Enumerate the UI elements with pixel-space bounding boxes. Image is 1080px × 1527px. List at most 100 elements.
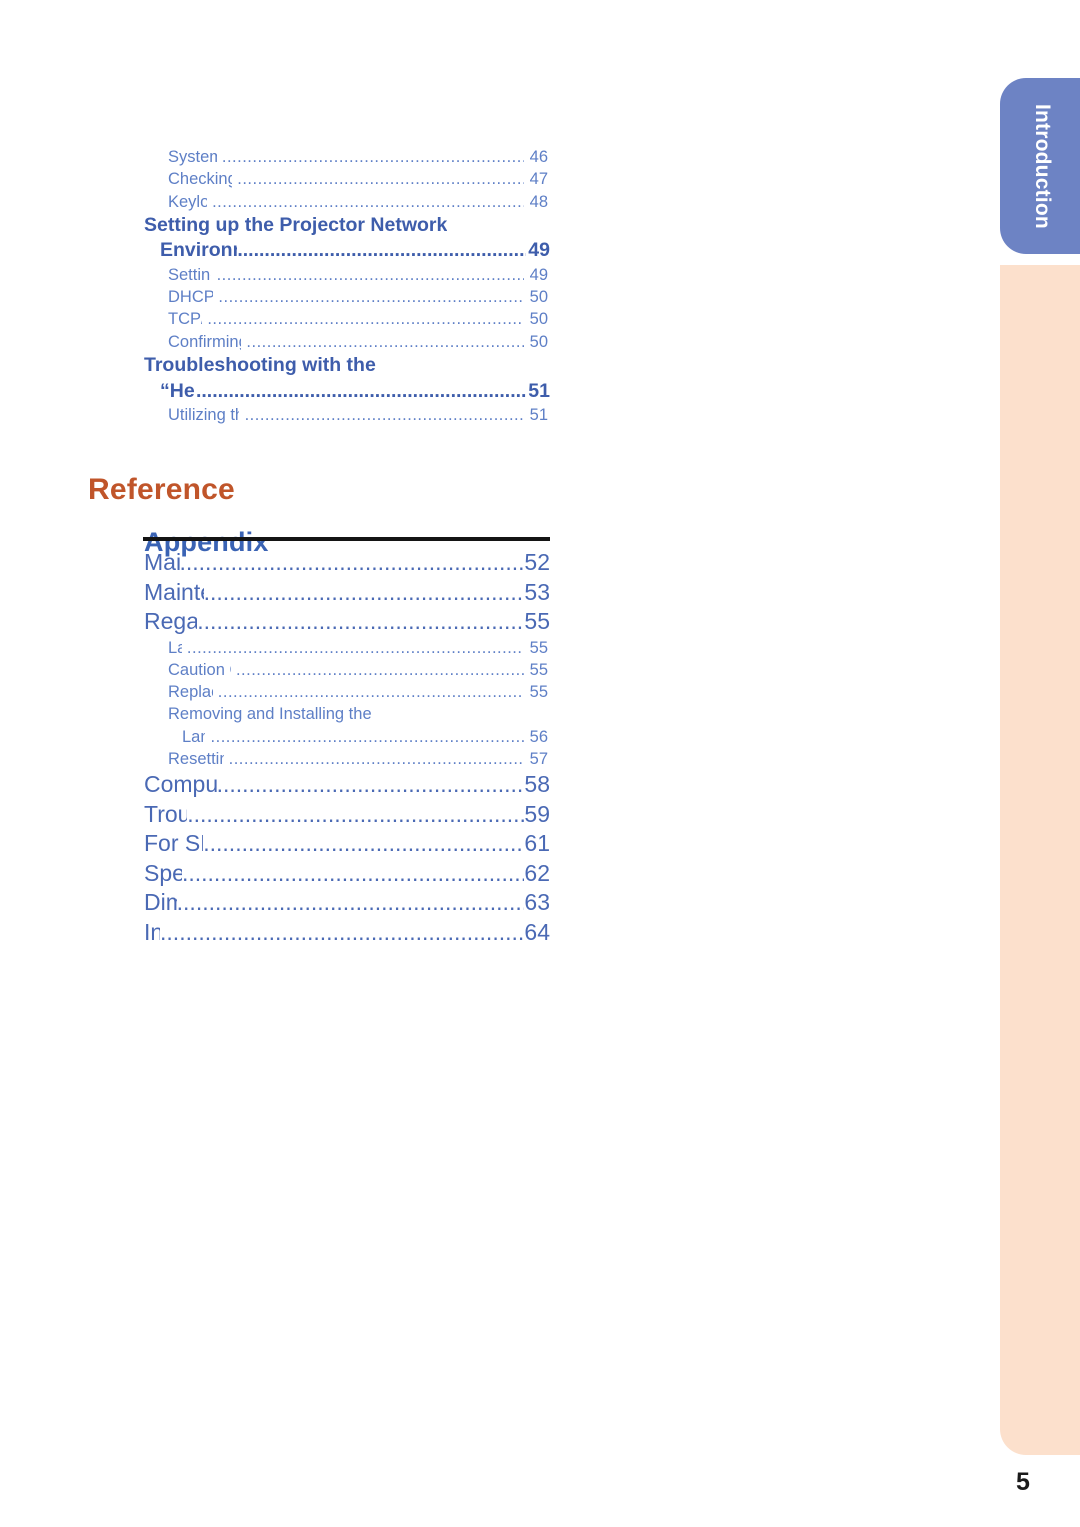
toc-entry[interactable]: Lamp ...................................… xyxy=(0,637,548,659)
toc-entry-title: Lamp xyxy=(168,638,182,657)
toc-entry-title: Utilizing the “Help” Menu Functions xyxy=(168,406,239,425)
toc-leader-dots: ........................................… xyxy=(160,918,524,945)
toc-leader-dots: ........................................… xyxy=(179,549,525,575)
toc-page-number: 62 xyxy=(524,859,550,886)
toc-leader-dots: ........................................… xyxy=(210,727,524,746)
toc-page-number: 52 xyxy=(524,549,550,575)
toc-entry-title: Replacing the Lamp xyxy=(168,683,213,702)
toc-entry-title: Resetting the Lamp Timer xyxy=(168,749,224,768)
toc-entry-title: Environment (“Network” Menu) xyxy=(160,239,237,262)
side-color-band xyxy=(1000,265,1080,1455)
toc-entry[interactable]: Specifications..........................… xyxy=(0,859,550,889)
toc-entry-title: Removing and Installing the xyxy=(168,705,372,724)
toc-page-number: 46 xyxy=(525,148,548,166)
toc-entry-title: Dimensions xyxy=(144,889,177,916)
toc-page-number: 58 xyxy=(524,771,550,798)
toc-entry-title: Checking the Lamp Life Status xyxy=(168,170,233,189)
toc-page-number: 57 xyxy=(525,749,548,768)
toc-entry-title: Maintenance xyxy=(144,549,180,575)
toc-entry[interactable]: TCP/IP Setting .........................… xyxy=(0,308,548,330)
toc-entry[interactable]: Maintenance Indicators..................… xyxy=(0,578,550,608)
toc-entry[interactable]: Computer Compatibility Chart............… xyxy=(0,770,550,800)
toc-entry-title: Specifications xyxy=(144,859,182,886)
toc-leader-dots: ........................................… xyxy=(244,406,524,425)
toc-group-appendix: Maintenance.............................… xyxy=(0,548,550,947)
page-number: 5 xyxy=(1016,1468,1030,1496)
toc-entry[interactable]: Keylock Function .......................… xyxy=(0,191,548,213)
toc-page-number: 59 xyxy=(524,800,550,827)
toc-page-number: 53 xyxy=(524,578,550,605)
toc-page-number: 50 xyxy=(525,310,548,329)
toc-entry[interactable]: For SHARP Assistance....................… xyxy=(0,829,550,859)
toc-entry[interactable]: Caution Concerning the Lamp ............… xyxy=(0,659,548,681)
toc-leader-dots: ........................................… xyxy=(237,170,524,189)
toc-leader-dots: ........................................… xyxy=(235,660,524,679)
toc-entry[interactable]: Lamp Unit ..............................… xyxy=(0,726,548,748)
toc-page-number: 55 xyxy=(525,683,548,702)
toc-page-number: 51 xyxy=(525,406,548,425)
toc-page-number: 50 xyxy=(525,332,548,351)
toc-entry[interactable]: Troubleshooting.........................… xyxy=(0,800,550,830)
toc-entry-title: Setting up the Projector Network xyxy=(144,213,448,236)
toc-page-number: 64 xyxy=(524,918,550,945)
toc-leader-dots: ........................................… xyxy=(186,638,524,657)
toc-page-number: 47 xyxy=(525,170,548,189)
toc-leader-dots: ........................................… xyxy=(187,800,524,827)
toc-leader-dots: ........................................… xyxy=(221,148,524,166)
toc-entry-title: Setting a Password xyxy=(168,265,211,284)
tab-introduction[interactable]: Introduction xyxy=(1000,78,1080,254)
toc-leader-dots: ........................................… xyxy=(217,683,524,702)
toc-entry[interactable]: Checking the Lamp Life Status ..........… xyxy=(0,168,548,190)
toc-page-number: 63 xyxy=(524,889,550,916)
toc-entry[interactable]: Maintenance.............................… xyxy=(0,548,550,578)
toc-entry-title: Computer Compatibility Chart xyxy=(144,771,217,798)
toc-page-number: 49 xyxy=(528,239,550,262)
toc-entry[interactable]: Resetting the Lamp Timer ...............… xyxy=(0,748,548,770)
toc-leader-dots: ........................................… xyxy=(216,265,524,284)
toc-page-number: 61 xyxy=(524,830,550,857)
toc-entry[interactable]: “Help” Menu.............................… xyxy=(0,379,550,405)
toc-page-number: 50 xyxy=(525,288,548,307)
toc-page-number: 51 xyxy=(528,379,550,402)
toc-entry[interactable]: DHCP Client Setting ....................… xyxy=(0,286,548,308)
toc-leader-dots: ........................................… xyxy=(176,889,524,916)
toc-leader-dots: ........................................… xyxy=(246,332,524,351)
toc-leader-dots: ........................................… xyxy=(203,830,524,857)
toc-entry-title: System Lock Function xyxy=(168,148,217,166)
toc-leader-dots: ........................................… xyxy=(197,608,524,634)
toc-group-operation: System Lock Function ...................… xyxy=(0,146,550,426)
toc-entry-title: Troubleshooting xyxy=(144,800,188,827)
toc-entry-title: TCP/IP Setting xyxy=(168,310,202,329)
toc-leader-dots: ........................................… xyxy=(228,749,524,768)
toc-page-number: 55 xyxy=(525,638,548,657)
toc-page-number: 56 xyxy=(525,727,548,746)
toc-entry-title: Regarding the Lamp xyxy=(144,608,198,634)
tab-introduction-label: Introduction xyxy=(1031,103,1054,229)
toc-entry[interactable]: Confirming the Projector Information ...… xyxy=(0,331,548,353)
toc-entry[interactable]: Replacing the Lamp .....................… xyxy=(0,681,548,703)
toc-page-number: 48 xyxy=(525,192,548,211)
appendix-divider xyxy=(143,537,550,541)
toc-leader-dots: ........................................… xyxy=(216,771,524,798)
toc-entry[interactable]: Utilizing the “Help” Menu Functions ....… xyxy=(0,404,548,426)
toc-entry[interactable]: Troubleshooting with the xyxy=(0,353,550,379)
toc-entry-title: Confirming the Projector Information xyxy=(168,332,242,351)
toc-entry[interactable]: Setting up the Projector Network xyxy=(0,213,550,239)
toc-entry[interactable]: Regarding the Lamp......................… xyxy=(0,607,550,637)
toc-leader-dots: ........................................… xyxy=(207,310,524,329)
toc-entry[interactable]: Environment (“Network” Menu)............… xyxy=(0,238,550,264)
toc-leader-dots: ........................................… xyxy=(237,239,526,262)
toc-entry[interactable]: Index...................................… xyxy=(0,918,550,948)
toc-entry[interactable]: Dimensions..............................… xyxy=(0,888,550,918)
toc-entry-title: Troubleshooting with the xyxy=(144,354,376,377)
toc-leader-dots: ........................................… xyxy=(218,288,524,307)
toc-leader-dots: ........................................… xyxy=(195,379,526,402)
toc-entry[interactable]: Setting a Password .....................… xyxy=(0,264,548,286)
toc-entry-title: Index xyxy=(144,918,161,945)
toc-page-number: 55 xyxy=(525,660,548,679)
toc-entry-title: Lamp Unit xyxy=(182,727,205,746)
toc-entry[interactable]: System Lock Function ...................… xyxy=(0,146,548,168)
toc-entry-title: For SHARP Assistance xyxy=(144,830,203,857)
toc-entry-title: Maintenance Indicators xyxy=(144,578,204,605)
toc-entry[interactable]: Removing and Installing the xyxy=(0,703,548,725)
